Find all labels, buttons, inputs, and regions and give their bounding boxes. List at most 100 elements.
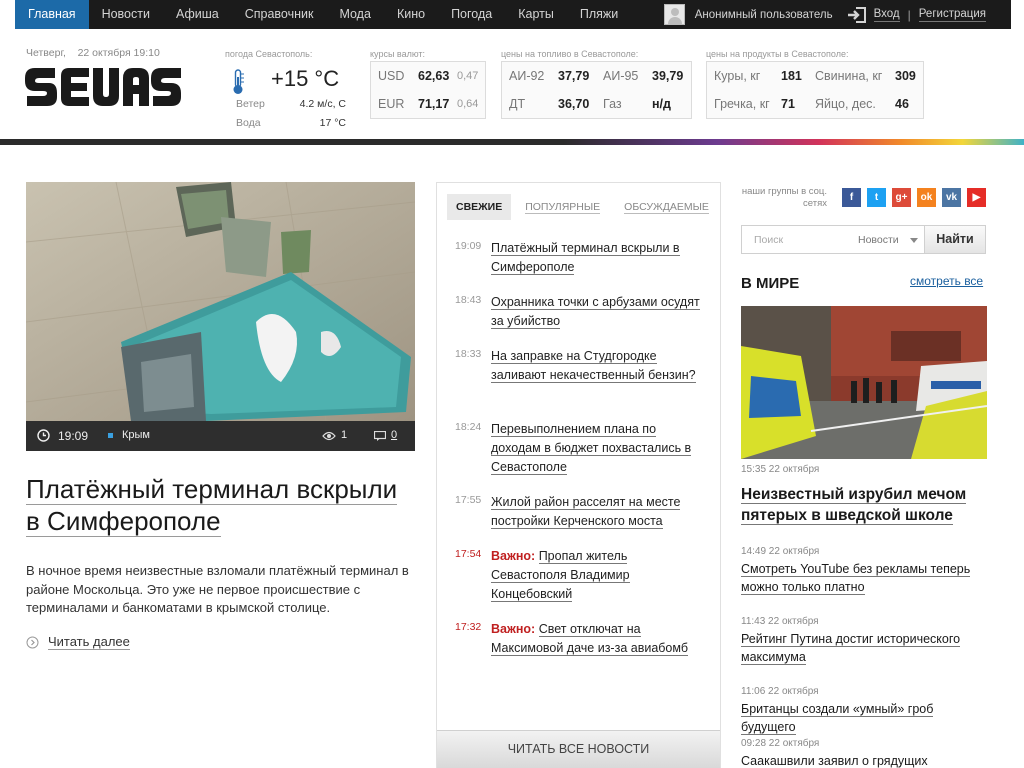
tab-fresh[interactable]: Свежие [447,194,512,220]
read-all-news-button[interactable]: Читать все новости [437,730,720,768]
product-price: 46 [895,97,909,111]
news-title[interactable]: Важно: Свет отключат на Максимовой даче … [491,620,701,658]
nav-item-news[interactable]: Новости [89,0,163,29]
read-more-link[interactable]: Читать далее [26,634,130,650]
link-separator: | [907,7,911,22]
feed-tabs: Свежие Популярные Обсуждаемые [447,194,733,220]
world-news-title[interactable]: Саакашвили заявил о грядущих [741,752,989,768]
news-title[interactable]: Охранника точки с арбузами осудят за уби… [491,293,701,331]
fuel-name: АИ-92 [509,69,545,83]
important-label: Важно: [491,549,536,563]
main-story-title[interactable]: Платёжный терминал вскрыли в Симферополе [26,473,406,537]
login-link[interactable]: Вход [873,8,900,22]
news-time: 19:09 [455,240,482,252]
water-value: 17 °C [319,117,346,129]
tab-popular[interactable]: Популярные [525,201,601,214]
clock-icon [37,429,50,442]
user-area: Анонимный пользователь Вход | Регистраци… [663,0,1011,29]
news-time: 18:24 [455,421,482,433]
world-news-title[interactable]: Рейтинг Путина достиг исторического макс… [741,630,989,666]
world-section-title: В МИРЕ [741,275,800,292]
world-news-title[interactable]: Неизвестный изрубил мечом пятерых в швед… [741,484,989,526]
comment-icon [374,431,386,441]
odnoklassniki-icon[interactable]: ok [917,188,936,207]
fuel-name: АИ-95 [603,69,639,83]
fuel-box: АИ-92 37,79 АИ-95 39,79 ДТ 36,70 Газ н/д [501,61,692,119]
world-news-time: 11:43 22 октября [741,616,819,627]
weather-caption: погода Севастополь: [225,49,313,59]
fuel-caption: цены на топливо в Севастополе: [501,49,639,59]
read-more-label[interactable]: Читать далее [48,634,130,650]
fuel-price: 39,79 [652,69,684,83]
news-title[interactable]: Жилой район расселят на месте постройки … [491,493,701,531]
important-label: Важно: [491,622,536,636]
currency-value: 71,17 [418,97,450,111]
facebook-icon[interactable]: f [842,188,861,207]
main-story-lead: В ночное время неизвестные взломали плат… [26,563,409,615]
wind-label: Ветер [236,98,265,110]
nav-item-maps[interactable]: Карты [505,0,567,29]
tag-marker [108,433,113,438]
login-icon[interactable] [847,6,867,24]
news-time: 17:54 [455,548,482,560]
product-price: 181 [781,69,802,83]
nav-item-cinema[interactable]: Кино [384,0,438,29]
news-title[interactable]: На заправке на Студгородке заливают нека… [491,347,701,385]
news-title[interactable]: Платёжный терминал вскрыли в Симферополе [491,239,701,277]
tab-discussed[interactable]: Обсуждаемые [624,201,709,214]
eye-icon [322,431,336,441]
search-scope-select[interactable]: Новости [858,234,899,246]
product-name: Гречка, кг [714,97,770,111]
world-news-time: 09:28 22 октября [741,738,820,749]
news-title[interactable]: Важно: Пропал житель Севастополя Владими… [491,547,701,604]
wind-value: 4.2 м/с, С [299,98,346,110]
fuel-name: ДТ [509,97,526,111]
world-news-title[interactable]: Британцы создали «умный» гроб будущего [741,700,989,736]
nav-item-afisha[interactable]: Афиша [163,0,232,29]
news-title[interactable]: Перевыполнением плана по доходам в бюдже… [491,420,701,477]
nav-item-fashion[interactable]: Мода [326,0,383,29]
nav-item-home[interactable]: Главная [15,0,89,29]
product-price: 309 [895,69,916,83]
nav-item-beaches[interactable]: Пляжи [567,0,631,29]
user-name[interactable]: Анонимный пользователь [695,9,833,21]
chevron-down-icon[interactable] [910,238,918,243]
search-form: Поиск Новости Найти [741,225,986,254]
avatar[interactable] [663,4,685,25]
register-link[interactable]: Регистрация [918,8,986,22]
news-time: 18:43 [455,294,482,306]
currency-code: EUR [378,97,405,111]
news-time: 17:32 [455,621,482,633]
product-name: Куры, кг [714,69,761,83]
currency-value: 62,63 [418,69,450,83]
product-name: Свинина, кг [815,69,883,83]
world-news-title[interactable]: Смотреть YouTube без рекламы теперь можн… [741,560,989,596]
vk-icon[interactable]: vk [942,188,961,207]
current-date: Четверг, 22 октября 19:10 [26,47,160,59]
main-story-tag[interactable]: Крым [122,429,150,441]
comments-count[interactable]: 0 [391,429,397,441]
see-all-link[interactable]: смотреть все [910,274,983,288]
world-news-time: 14:49 22 октября [741,546,820,557]
currency-caption: курсы валют: [370,49,426,59]
views-count: 1 [341,429,348,441]
twitter-icon[interactable]: t [867,188,886,207]
youtube-icon[interactable]: ▶ [967,188,986,207]
thermometer-icon [233,69,244,94]
main-story-meta-bar: 19:09 Крым 1 0 [26,421,415,451]
temperature: +15 °C [271,66,340,91]
search-input[interactable]: Поиск [754,234,783,246]
world-story-image[interactable] [741,306,987,459]
googleplus-icon[interactable]: g+ [892,188,911,207]
main-story-title-text[interactable]: Платёжный терминал вскрыли в Симферополе [26,474,398,537]
header-color-stripe [0,139,1024,145]
world-news-time: 15:35 22 октября [741,464,820,475]
social-caption: наши группы в соц. сетях [741,186,827,209]
site-logo[interactable] [25,64,181,110]
main-story-image[interactable] [26,182,415,421]
nav-item-directory[interactable]: Справочник [232,0,327,29]
product-price: 71 [781,97,795,111]
news-feed: Свежие Популярные Обсуждаемые 19:09 Плат… [436,182,721,768]
search-button[interactable]: Найти [924,226,985,253]
nav-item-weather[interactable]: Погода [438,0,505,29]
